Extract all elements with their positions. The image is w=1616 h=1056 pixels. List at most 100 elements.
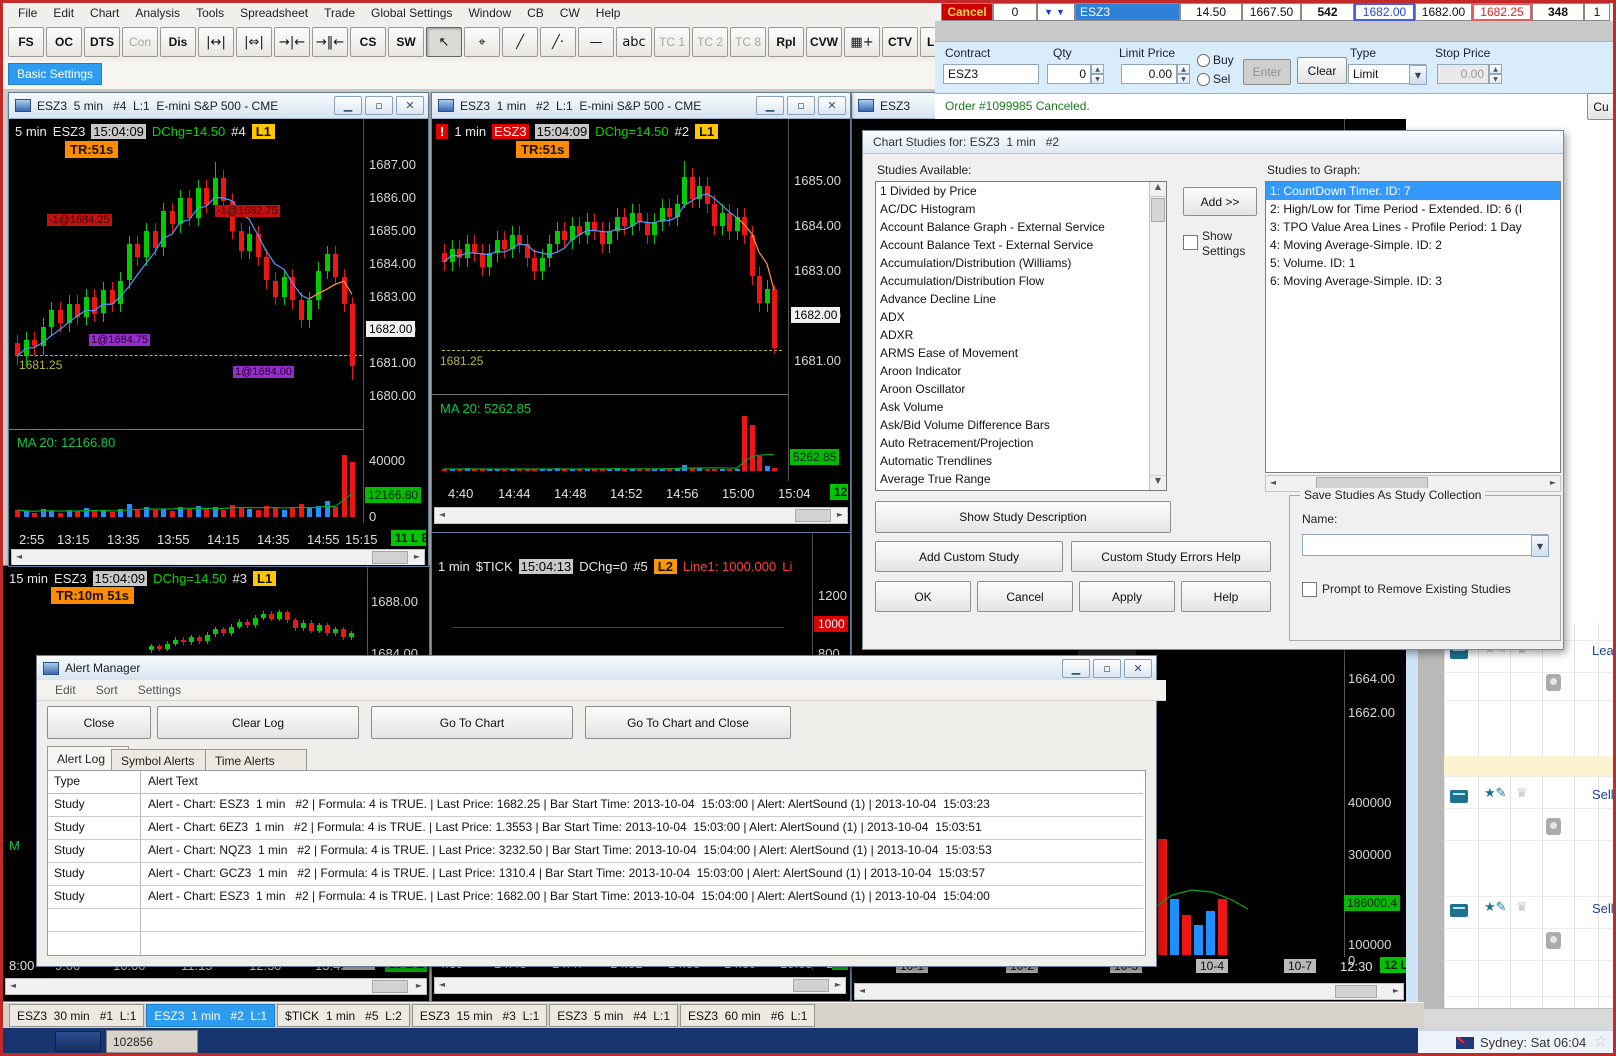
toolbar-button-oc[interactable]: OC [46, 27, 82, 57]
sell-radio[interactable] [1197, 73, 1210, 86]
alert-tab-time-alerts[interactable]: Time Alerts [205, 749, 307, 771]
toolbar-button-icon[interactable]: ⌖ [464, 27, 500, 57]
study-item[interactable]: Advance Decline Line [876, 290, 1152, 308]
menu-window[interactable]: Window [461, 4, 518, 22]
study-item[interactable]: Account Balance Text - External Service [876, 236, 1152, 254]
scroll-left-icon[interactable]: ◄ [6, 979, 20, 992]
scroll-thumb[interactable] [372, 980, 408, 993]
add-custom-study-button[interactable]: Add Custom Study [875, 541, 1063, 572]
add-study-button[interactable]: Add >> [1183, 187, 1257, 216]
study-item[interactable]: Ask Volume [876, 398, 1152, 416]
toolbar-button-abc[interactable]: abc [616, 27, 652, 57]
study-item[interactable]: 1 Divided by Price [876, 182, 1152, 200]
menu-cb[interactable]: CB [520, 4, 551, 22]
card-icon[interactable] [1450, 904, 1468, 917]
row-link-label[interactable]: Sell [1592, 787, 1613, 802]
scroll-left-icon[interactable]: ◄ [855, 984, 869, 997]
scroll-left-icon[interactable]: ◄ [1266, 476, 1280, 489]
show-study-description-button[interactable]: Show Study Description [875, 501, 1171, 533]
study-to-graph-item[interactable]: 6: Moving Average-Simple. ID: 3 [1266, 272, 1560, 290]
study-item[interactable]: AC/DC Histogram [876, 200, 1152, 218]
taskbar-app-icon[interactable] [55, 1031, 101, 1052]
toolbar-button-icon[interactable]: |↔| [198, 27, 234, 57]
scroll-right-icon[interactable]: ► [833, 508, 847, 521]
scroll-right-icon[interactable]: ► [412, 979, 426, 992]
quote-cell-1[interactable]: 1 [1584, 3, 1610, 21]
toolbar-button-sw[interactable]: SW [388, 27, 424, 57]
chart-area-5min[interactable]: 5 min ESZ3 15:04:09 DChg=14.50 #4 L1 TR:51s 168… [9, 119, 426, 565]
custom-study-errors-help-button[interactable]: Custom Study Errors Help [1071, 541, 1271, 572]
chartbook-tab-esz3-30-min-1-l-1[interactable]: ESZ3 30 min #1 L:1 [9, 1004, 145, 1027]
chartbook-tab-esz3-60-min-6-l-1[interactable]: ESZ3 60 min #6 L:1 [680, 1004, 816, 1027]
chart-area-1min[interactable]: ! 1 min ESZ3 15:04:09 DChg=14.50 #2 L1 TR:51s 16… [432, 119, 848, 531]
quote-cell-esz3[interactable]: ESZ3 [1075, 3, 1180, 21]
list-scrollbar[interactable]: ▲ ▼ [1149, 182, 1166, 490]
study-item[interactable]: Accumulation/Distribution (Williams) [876, 254, 1152, 272]
scroll-thumb[interactable] [795, 509, 831, 522]
name-dropdown-icon[interactable]: ▼ [1531, 535, 1549, 557]
show-settings-checkbox[interactable] [1183, 235, 1198, 250]
buy-radio[interactable] [1197, 54, 1210, 67]
alert-row-type[interactable]: Study [54, 820, 85, 834]
toolbar-button-icon[interactable]: — [578, 27, 614, 57]
study-to-graph-item[interactable]: 2: High/Low for Time Period - Extended. … [1266, 200, 1560, 218]
alert-row-text[interactable]: Alert - Chart: NQZ3 1 min #2 | Formula: … [148, 843, 1133, 857]
horizontal-scrollbar[interactable]: ◄ ► [11, 549, 425, 565]
study-to-graph-item[interactable]: 5: Volume. ID: 1 [1266, 254, 1560, 272]
scroll-left-icon[interactable]: ◄ [435, 508, 449, 521]
alert-row-type[interactable]: Study [54, 797, 85, 811]
minimize-button[interactable]: ▁ [1062, 659, 1090, 678]
menu-tools[interactable]: Tools [189, 4, 231, 22]
dialog-title[interactable]: Chart Studies for: ESZ3 1 min #2 [863, 131, 1563, 154]
quote-cell-14-50[interactable]: 14.50 [1180, 3, 1242, 21]
menu-global-settings[interactable]: Global Settings [364, 4, 459, 22]
alert-row-type[interactable]: Study [54, 866, 85, 880]
close-button[interactable]: ✕ [396, 96, 424, 115]
chartbook-tab-esz3-5-min-4-l-1[interactable]: ESZ3 5 min #4 L:1 [549, 1004, 678, 1027]
toolbar-button-icon[interactable]: →|← [274, 27, 310, 57]
trophy-icon[interactable]: ♛ [1516, 786, 1528, 801]
close-button[interactable]: ✕ [818, 96, 846, 115]
scroll-right-icon[interactable]: ► [1546, 476, 1560, 489]
menu-analysis[interactable]: Analysis [128, 4, 187, 22]
chartbook-tab-tick-1-min-5-l-2[interactable]: $TICK 1 min #5 L:2 [277, 1004, 410, 1027]
apply-button[interactable]: Apply [1079, 581, 1175, 612]
column-header-alert-text[interactable]: Alert Text [148, 774, 198, 788]
star-pencil-icon[interactable]: ★✎ [1484, 786, 1507, 801]
alert-button-go-to-chart[interactable]: Go To Chart [371, 706, 573, 739]
minimize-button[interactable]: ▁ [756, 96, 784, 115]
study-item[interactable]: Ask/Bid Volume Difference Bars [876, 416, 1152, 434]
alert-button-go-to-chart-and-close[interactable]: Go To Chart and Close [585, 706, 791, 739]
alert-row-text[interactable]: Alert - Chart: 6EZ3 1 min #2 | Formula: … [148, 820, 1133, 834]
quote-cell-0[interactable]: 0 [993, 3, 1037, 21]
scroll-up-icon[interactable]: ▲ [1150, 182, 1166, 197]
quote-cell-1682-25[interactable]: 1682.25 [1472, 3, 1532, 21]
horizontal-scrollbar[interactable]: ◄ ► [5, 978, 427, 995]
contract-input[interactable]: ESZ3 [943, 64, 1039, 84]
scroll-thumb[interactable] [1335, 985, 1377, 998]
qty-spinner[interactable]: ▲ ▼ [1091, 64, 1104, 84]
horizontal-scrollbar[interactable]: ◄ ► [434, 507, 848, 524]
cut-button-partial[interactable]: Cu [1587, 93, 1615, 120]
row-link-label[interactable]: Sell [1592, 901, 1613, 916]
quote-cell-1682-00[interactable]: 1682.00 [1354, 3, 1415, 21]
study-item[interactable]: ADX [876, 308, 1152, 326]
toolbar-button-icon[interactable]: ╱· [540, 27, 576, 57]
quote-cell-cancel[interactable]: Cancel [941, 3, 993, 21]
alert-row-text[interactable]: Alert - Chart: ESZ3 1 min #2 | Formula: … [148, 889, 1133, 903]
study-item[interactable]: ADXR [876, 326, 1152, 344]
scroll-right-icon[interactable]: ► [831, 978, 845, 991]
favorite-star-icon[interactable]: ☆ [1594, 1032, 1607, 1050]
close-button[interactable]: ✕ [1124, 659, 1152, 678]
scroll-left-icon[interactable]: ◄ [435, 978, 449, 991]
star-pencil-icon[interactable]: ★✎ [1484, 900, 1507, 915]
quote-cell-1667-50[interactable]: 1667.50 [1242, 3, 1301, 21]
horizontal-scrollbar[interactable]: ◄ ► [854, 983, 1404, 1000]
maximize-button[interactable]: ▫ [365, 96, 393, 115]
minimize-button[interactable]: ▁ [334, 96, 362, 115]
study-item[interactable]: Account Balance Graph - External Service [876, 218, 1152, 236]
horizontal-scrollbar[interactable]: ◄ ► [434, 977, 846, 994]
menu-help[interactable]: Help [589, 4, 628, 22]
alert-row-text[interactable]: Alert - Chart: ESZ3 1 min #2 | Formula: … [148, 797, 1133, 811]
maximize-button[interactable]: ▫ [787, 96, 815, 115]
